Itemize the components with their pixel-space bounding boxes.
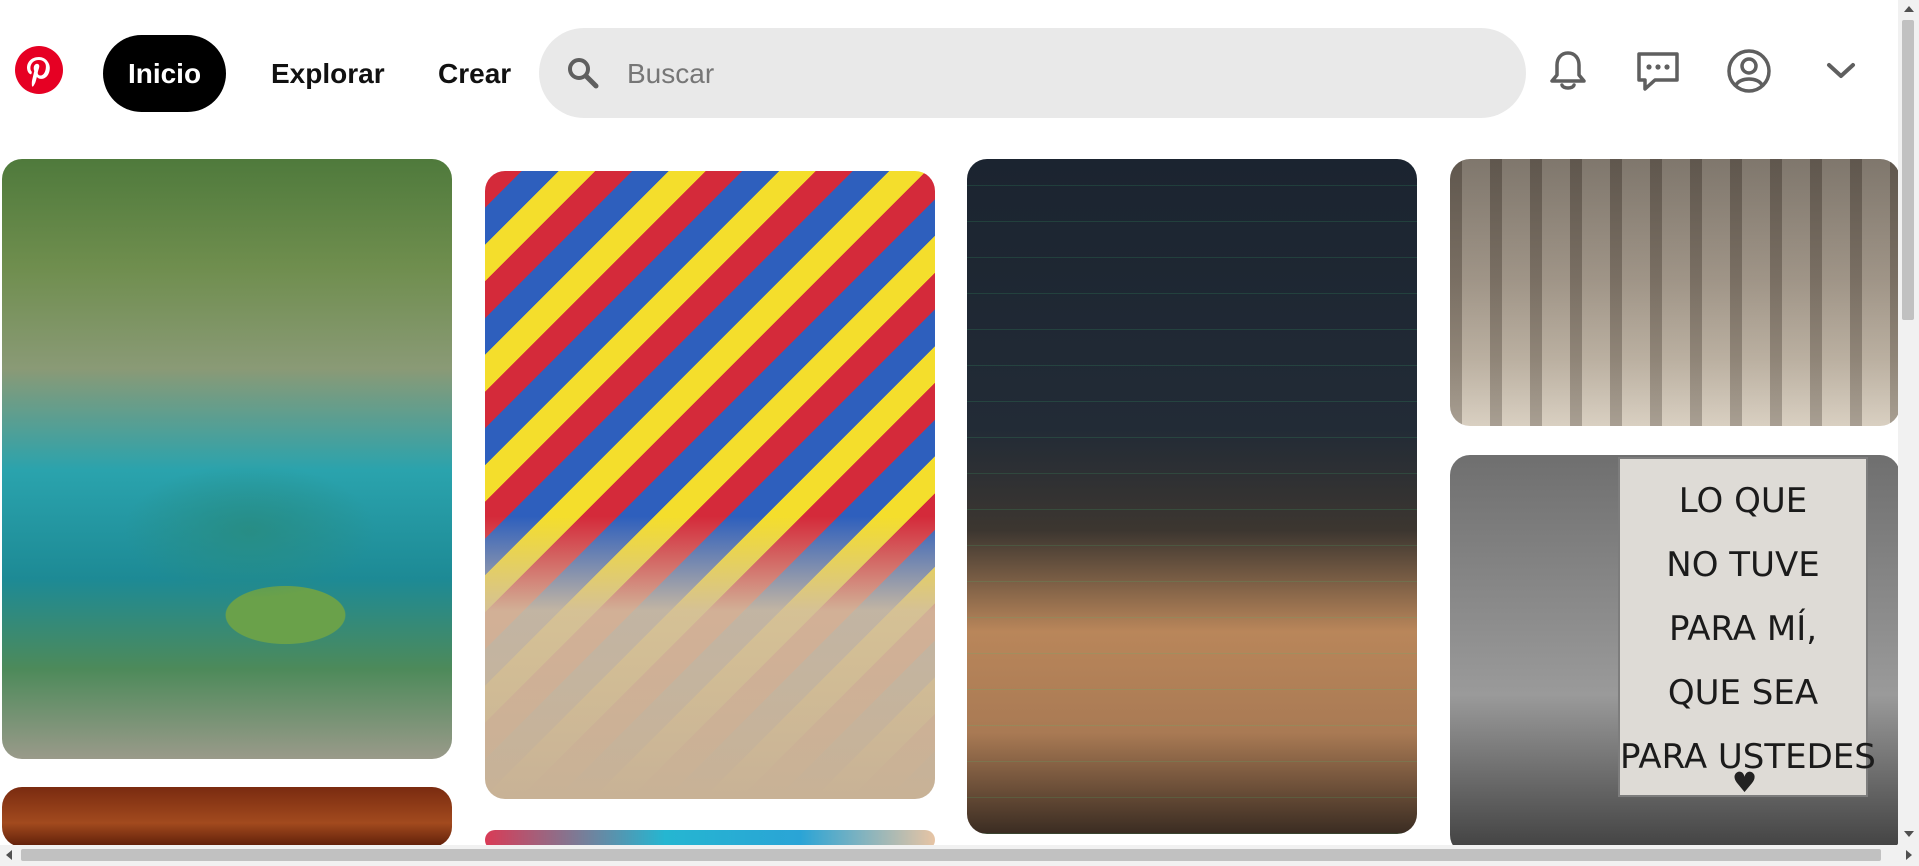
protest-sign: LO QUE NO TUVE PARA MÍ, QUE SEA PARA UST… — [1618, 457, 1876, 799]
nav-create-link[interactable]: Crear — [438, 35, 511, 112]
nav-explore-link[interactable]: Explorar — [271, 35, 385, 112]
chat-icon[interactable] — [1633, 46, 1683, 96]
scroll-down-arrow-icon[interactable] — [1904, 831, 1914, 837]
scroll-left-arrow-icon[interactable] — [6, 850, 12, 860]
pin-card[interactable] — [967, 159, 1417, 834]
chevron-down-icon[interactable] — [1816, 46, 1866, 96]
vertical-scrollbar-thumb[interactable] — [1902, 20, 1914, 320]
profile-icon[interactable] — [1724, 46, 1774, 96]
horizontal-scrollbar[interactable] — [0, 845, 1919, 866]
sign-line: NO TUVE — [1666, 545, 1820, 585]
sign-line: QUE SEA — [1667, 673, 1819, 713]
pin-card[interactable]: LO QUE NO TUVE PARA MÍ, QUE SEA PARA UST… — [1450, 455, 1900, 855]
pin-card[interactable] — [1450, 159, 1900, 426]
pin-card[interactable] — [485, 171, 935, 799]
pinterest-logo-icon[interactable] — [15, 46, 63, 94]
pin-card[interactable] — [2, 159, 452, 759]
sign-line: LO QUE — [1678, 481, 1808, 521]
bell-icon[interactable] — [1543, 46, 1593, 96]
scroll-right-arrow-icon[interactable] — [1906, 850, 1912, 860]
heart-icon: ♥ — [1732, 766, 1758, 799]
scroll-up-arrow-icon[interactable] — [1904, 6, 1914, 12]
vertical-scrollbar[interactable] — [1898, 0, 1919, 845]
search-input[interactable] — [625, 48, 1489, 100]
search-bar[interactable] — [539, 28, 1526, 118]
nav-home-button[interactable]: Inicio — [103, 35, 226, 112]
sign-line: PARA MÍ, — [1668, 609, 1818, 649]
horizontal-scrollbar-thumb[interactable] — [21, 849, 1881, 861]
pin-card[interactable] — [2, 787, 452, 847]
top-header: Inicio Explorar Crear — [0, 0, 1898, 145]
search-icon — [565, 55, 601, 96]
